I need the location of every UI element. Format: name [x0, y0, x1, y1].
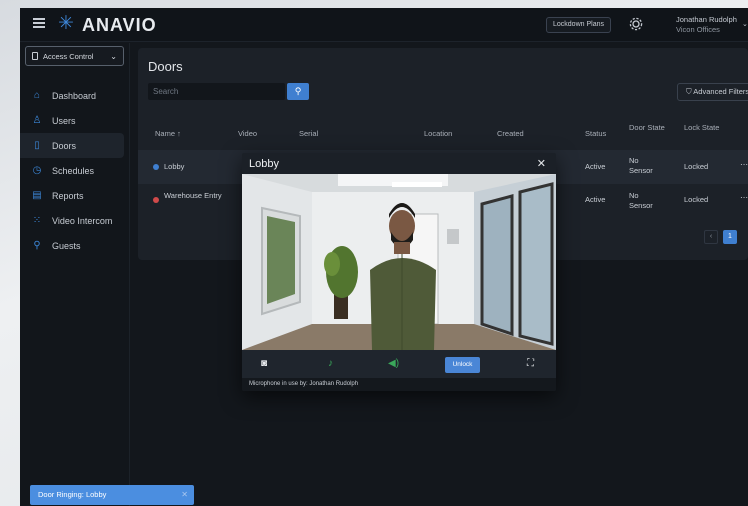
- sidebar-item-video-intercom[interactable]: ⁙ Video Intercom: [20, 208, 130, 233]
- camera-feed: [242, 174, 556, 350]
- sidebar-item-guests[interactable]: ⚲ Guests: [20, 233, 130, 258]
- pager-prev-button[interactable]: ‹: [704, 230, 718, 244]
- speaker-icon[interactable]: ◀): [388, 358, 399, 370]
- sidebar-nav: ⌂ Dashboard ♙ Users ▯ Doors ◷ Schedules …: [20, 83, 130, 258]
- home-icon: ⌂: [33, 89, 41, 101]
- sidebar-item-label: Dashboard: [52, 90, 97, 101]
- column-header-status[interactable]: Status: [585, 128, 606, 139]
- sidebar: Access Control ⌄ ⌂ Dashboard ♙ Users ▯ D…: [20, 43, 130, 506]
- more-options-icon[interactable]: ⋯: [740, 193, 748, 202]
- report-icon: ▤: [32, 189, 42, 201]
- microphone-status: Microphone in use by: Jonathan Rudolph: [242, 378, 556, 391]
- pager-page-button[interactable]: 1: [723, 230, 737, 244]
- column-header-location[interactable]: Location: [424, 128, 452, 139]
- toast-text: Door Ringing: Lobby: [38, 490, 107, 499]
- search-icon: ⚲: [294, 86, 302, 96]
- sidebar-item-reports[interactable]: ▤ Reports: [20, 183, 130, 208]
- lock-state: Locked: [684, 195, 709, 204]
- column-header-door-state[interactable]: Door State: [629, 122, 669, 133]
- module-select-value: Access Control: [43, 51, 94, 61]
- modal-title: Lobby: [249, 158, 279, 170]
- microphone-icon[interactable]: ♪: [328, 358, 333, 370]
- fullscreen-icon[interactable]: ⛶: [527, 358, 534, 370]
- door-status: Active: [585, 195, 606, 204]
- brand-logo-icon: ✳: [58, 13, 74, 34]
- door-name[interactable]: Warehouse Entry: [164, 191, 224, 201]
- gear-icon[interactable]: [628, 16, 644, 32]
- feed-controls: ◙ ♪ ◀) ⛶: [242, 350, 556, 378]
- app-window: ✳ ANAVIO Lockdown Plans Jonathan Rudolph…: [20, 8, 748, 506]
- brand-name: ANAVIO: [82, 15, 157, 35]
- column-header-lock-state[interactable]: Lock State: [684, 122, 724, 133]
- module-select[interactable]: Access Control ⌄: [25, 46, 124, 66]
- video-modal: Lobby ✕ ◙ ♪ ◀) ⛶ Unlock Microphone in us…: [242, 153, 556, 391]
- user-name[interactable]: Jonathan Rudolph: [676, 15, 737, 24]
- unlock-button[interactable]: Unlock: [445, 357, 480, 373]
- close-icon[interactable]: ✕: [181, 485, 188, 505]
- sidebar-item-dashboard[interactable]: ⌂ Dashboard: [20, 83, 130, 108]
- page-title: Doors: [148, 59, 183, 74]
- sidebar-item-label: Guests: [52, 240, 81, 251]
- top-bar: ✳ ANAVIO Lockdown Plans Jonathan Rudolph…: [20, 8, 748, 42]
- keypad-icon: ⁙: [32, 214, 42, 226]
- door-status: Active: [585, 162, 606, 171]
- advanced-filters-button[interactable]: ⛉ Advanced Filters: [677, 83, 748, 101]
- sidebar-item-label: Users: [52, 115, 76, 126]
- sidebar-item-label: Schedules: [52, 165, 95, 176]
- guest-icon: ⚲: [33, 239, 41, 251]
- door-icon: [32, 52, 38, 60]
- status-dot: [153, 164, 159, 170]
- status-dot: [153, 197, 159, 203]
- chevron-down-icon[interactable]: ⌄: [742, 20, 748, 28]
- column-header-created[interactable]: Created: [497, 128, 524, 139]
- column-header-name[interactable]: Name ↑: [155, 128, 181, 139]
- door-icon: ▯: [34, 139, 40, 151]
- advanced-filters-label: Advanced Filters: [693, 87, 748, 96]
- more-options-icon[interactable]: ⋯: [740, 160, 748, 169]
- sidebar-item-label: Video Intercom: [52, 215, 113, 226]
- clock-icon: ◷: [32, 164, 42, 176]
- column-header-video: Video: [238, 129, 258, 138]
- user-icon: ♙: [32, 114, 42, 126]
- sidebar-item-schedules[interactable]: ◷ Schedules: [20, 158, 130, 183]
- door-name[interactable]: Lobby: [164, 162, 184, 172]
- door-ringing-toast[interactable]: Door Ringing: Lobby ✕: [30, 485, 194, 505]
- sidebar-item-label: Doors: [52, 140, 77, 151]
- door-state: No Sensor: [629, 191, 653, 210]
- sidebar-item-users[interactable]: ♙ Users: [20, 108, 130, 133]
- lockdown-plans-button[interactable]: Lockdown Plans: [546, 17, 611, 33]
- column-header-serial[interactable]: Serial: [299, 128, 318, 139]
- close-icon[interactable]: ✕: [537, 157, 546, 170]
- sidebar-item-doors[interactable]: ▯ Doors: [20, 133, 124, 158]
- sidebar-item-label: Reports: [52, 190, 84, 201]
- camera-snapshot-icon[interactable]: ◙: [261, 358, 267, 370]
- user-organization: Vicon Offices: [676, 25, 720, 34]
- menu-icon[interactable]: [33, 18, 45, 28]
- search-button[interactable]: ⚲: [287, 83, 309, 100]
- door-state: No Sensor: [629, 156, 653, 175]
- search-input[interactable]: [148, 83, 285, 100]
- lock-state: Locked: [684, 162, 709, 171]
- chevron-down-icon: ⌄: [110, 52, 117, 61]
